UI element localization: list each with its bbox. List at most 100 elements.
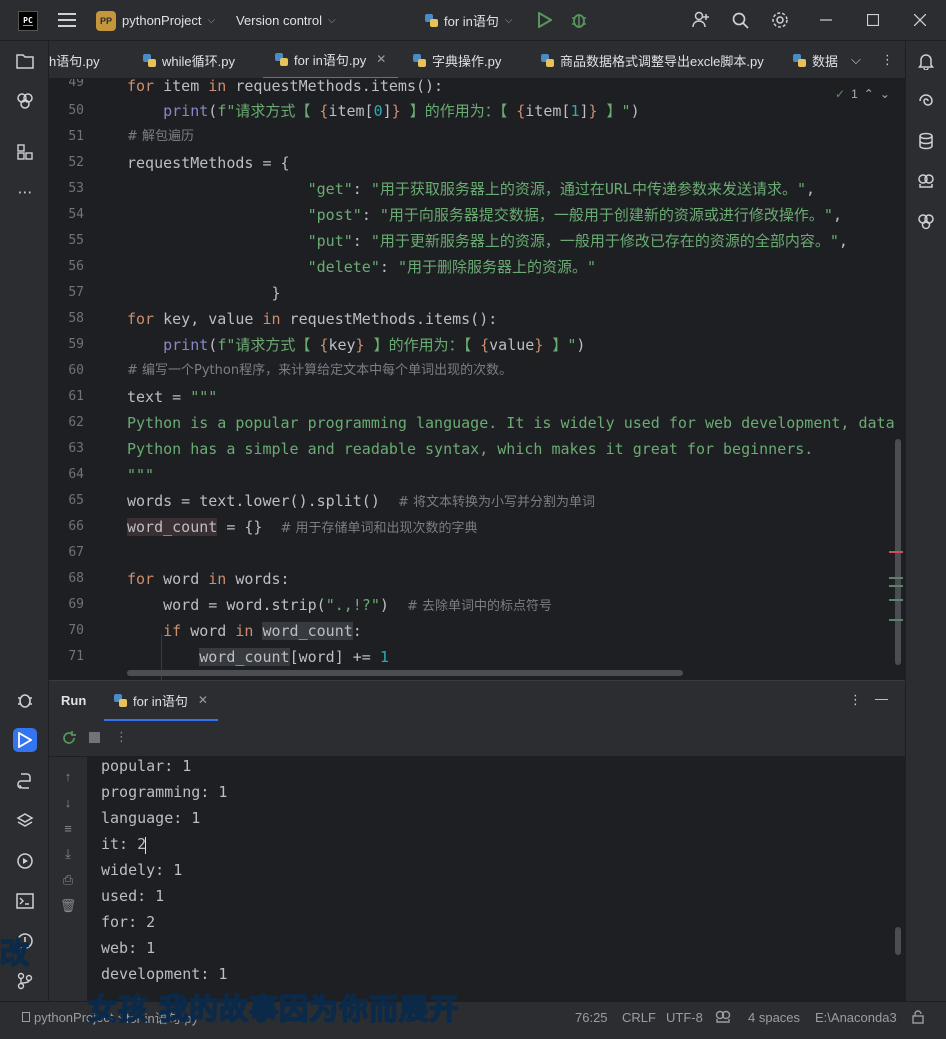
run-tab[interactable]: for in语句 ✕ bbox=[104, 681, 218, 721]
layers-icon[interactable] bbox=[13, 809, 37, 833]
project-folder-icon[interactable] bbox=[13, 49, 37, 73]
ai-assistant-icon[interactable] bbox=[914, 89, 938, 113]
tab-options-icon[interactable]: ⋮ bbox=[881, 41, 894, 78]
terminal-icon[interactable] bbox=[13, 889, 37, 913]
chevron-down-icon[interactable]: ⌄ bbox=[880, 87, 890, 101]
caret-position[interactable]: 76:25 bbox=[575, 1002, 608, 1032]
trash-icon[interactable]: 🗑 bbox=[59, 897, 77, 915]
line-number: 54 bbox=[68, 207, 84, 222]
line-separator[interactable]: CRLF bbox=[622, 1002, 656, 1032]
run-icon[interactable] bbox=[534, 9, 556, 31]
project-badge: PP bbox=[96, 10, 116, 31]
minimize-icon[interactable] bbox=[815, 9, 837, 31]
inspection-count: 1 bbox=[851, 87, 858, 101]
error-stripe-marker[interactable] bbox=[889, 551, 903, 553]
python-console-icon[interactable] bbox=[13, 769, 37, 793]
editor-tab-bar: h语句.py while循环.py for in语句.py ✕ 字典操作.py … bbox=[49, 41, 905, 79]
plugins-icon[interactable] bbox=[13, 89, 37, 113]
close-icon[interactable] bbox=[909, 9, 931, 31]
scroll-to-end-icon[interactable]: ⤓ bbox=[59, 845, 77, 863]
output-line: language: 1 bbox=[101, 809, 201, 827]
check-icon: ✓ bbox=[835, 87, 846, 101]
stop-icon[interactable] bbox=[89, 732, 100, 743]
line-number: 64 bbox=[68, 467, 84, 482]
git-icon[interactable] bbox=[13, 969, 37, 993]
python-file-icon bbox=[143, 53, 156, 67]
app-logo[interactable]: PC bbox=[18, 0, 38, 41]
chevron-up-icon[interactable]: ⌃ bbox=[864, 87, 874, 101]
add-user-icon[interactable] bbox=[690, 9, 712, 31]
output-line: widely: 1 bbox=[101, 861, 183, 879]
search-icon[interactable] bbox=[729, 9, 751, 31]
print-icon[interactable]: ⎙ bbox=[59, 871, 77, 889]
tab-list-chevron-icon[interactable]: ⌵ bbox=[851, 41, 861, 78]
file-encoding[interactable]: UTF-8 bbox=[666, 1002, 703, 1032]
hide-panel-icon[interactable]: — bbox=[875, 691, 888, 706]
debug-tool-icon[interactable] bbox=[13, 688, 37, 712]
code-line: "delete": "用于删除服务器上的资源。" bbox=[307, 258, 597, 276]
more-tools-icon[interactable]: ⋯ bbox=[13, 180, 37, 204]
line-number: 71 bbox=[68, 649, 84, 664]
tab-file[interactable]: h语句.py bbox=[49, 41, 100, 78]
code-line: for word in words: bbox=[127, 570, 290, 588]
vcs-menu[interactable]: Version control ⌵ bbox=[236, 0, 336, 41]
change-stripe-marker[interactable] bbox=[889, 577, 903, 579]
chevron-down-icon: ⌵ bbox=[504, 15, 513, 26]
chevron-down-icon: ⌵ bbox=[207, 15, 216, 26]
code-line: "put": "用于更新服务器上的资源，一般用于修改已存在的资源的全部内容。", bbox=[307, 232, 848, 250]
output-line: programming: 1 bbox=[101, 783, 228, 801]
notifications-bell-icon[interactable] bbox=[914, 49, 938, 73]
line-number: 55 bbox=[68, 233, 84, 248]
tab-file-active[interactable]: for in语句.py ✕ bbox=[263, 41, 399, 78]
output-line: popular: 1 bbox=[101, 757, 192, 775]
run-tab-close-icon[interactable]: ✕ bbox=[198, 693, 208, 707]
main-menu-icon[interactable] bbox=[56, 9, 78, 31]
rerun-icon[interactable] bbox=[61, 730, 77, 749]
tab-close-icon[interactable]: ✕ bbox=[376, 52, 386, 66]
run-config-selector[interactable]: for in语句 ⌵ bbox=[425, 0, 513, 41]
more-actions-icon[interactable]: ⋮ bbox=[115, 729, 128, 745]
lock-icon[interactable] bbox=[912, 1002, 924, 1032]
code-line: # 解包遍历 bbox=[127, 129, 195, 144]
copilot-icon[interactable] bbox=[914, 169, 938, 193]
debug-icon[interactable] bbox=[568, 9, 590, 31]
settings-gear-icon[interactable] bbox=[769, 9, 791, 31]
database-icon[interactable] bbox=[914, 129, 938, 153]
line-number: 66 bbox=[68, 519, 84, 534]
tab-file[interactable]: 字典操作.py bbox=[413, 41, 502, 78]
horizontal-scrollbar[interactable] bbox=[127, 670, 683, 676]
interpreter[interactable]: E:\Anaconda3 bbox=[815, 1002, 897, 1032]
tab-label: 字典操作.py bbox=[432, 53, 502, 69]
run-tool-icon[interactable] bbox=[13, 728, 37, 752]
maximize-icon[interactable] bbox=[862, 9, 884, 31]
run-toolbar: ⋮ bbox=[49, 721, 905, 757]
line-number: 58 bbox=[68, 311, 84, 326]
module-icon bbox=[22, 1012, 30, 1022]
code-editor[interactable]: ✓ 1 ⌃ ⌄ 49 for item in requestMethods.it… bbox=[49, 79, 905, 680]
change-stripe-marker[interactable] bbox=[889, 619, 903, 621]
tab-file[interactable]: while循环.py bbox=[143, 41, 235, 78]
change-stripe-marker[interactable] bbox=[889, 599, 903, 601]
code-line: """ bbox=[127, 466, 155, 484]
inspection-widget[interactable]: ✓ 1 ⌃ ⌄ bbox=[835, 87, 890, 101]
soft-wrap-icon[interactable]: ≡ bbox=[59, 819, 77, 837]
project-switcher[interactable]: PP pythonProject ⌵ bbox=[96, 0, 215, 41]
python-file-icon bbox=[425, 14, 438, 27]
line-number: 52 bbox=[68, 155, 84, 170]
python-file-icon bbox=[541, 53, 554, 67]
structure-icon[interactable] bbox=[13, 140, 37, 164]
tab-file[interactable]: 数据 bbox=[793, 41, 838, 78]
output-line: for: 2 bbox=[101, 913, 156, 931]
code-line: Python has a simple and readable syntax,… bbox=[127, 440, 814, 458]
scroll-up-icon[interactable]: ↑ bbox=[59, 767, 77, 785]
copilot-status-icon[interactable] bbox=[715, 1002, 731, 1032]
scroll-down-icon[interactable]: ↓ bbox=[59, 793, 77, 811]
code-line: print(f"请求方式【 {key} 】的作用为：【 {value} 】") bbox=[163, 336, 586, 354]
output-scrollbar[interactable] bbox=[895, 927, 901, 955]
indent-setting[interactable]: 4 spaces bbox=[748, 1002, 800, 1032]
chat-plugin-icon[interactable] bbox=[914, 209, 938, 233]
tab-file[interactable]: 商品数据格式调整导出excle脚本.py bbox=[541, 41, 764, 78]
services-icon[interactable] bbox=[13, 849, 37, 873]
run-options-icon[interactable]: ⋮ bbox=[849, 692, 862, 708]
change-stripe-marker[interactable] bbox=[889, 585, 903, 587]
